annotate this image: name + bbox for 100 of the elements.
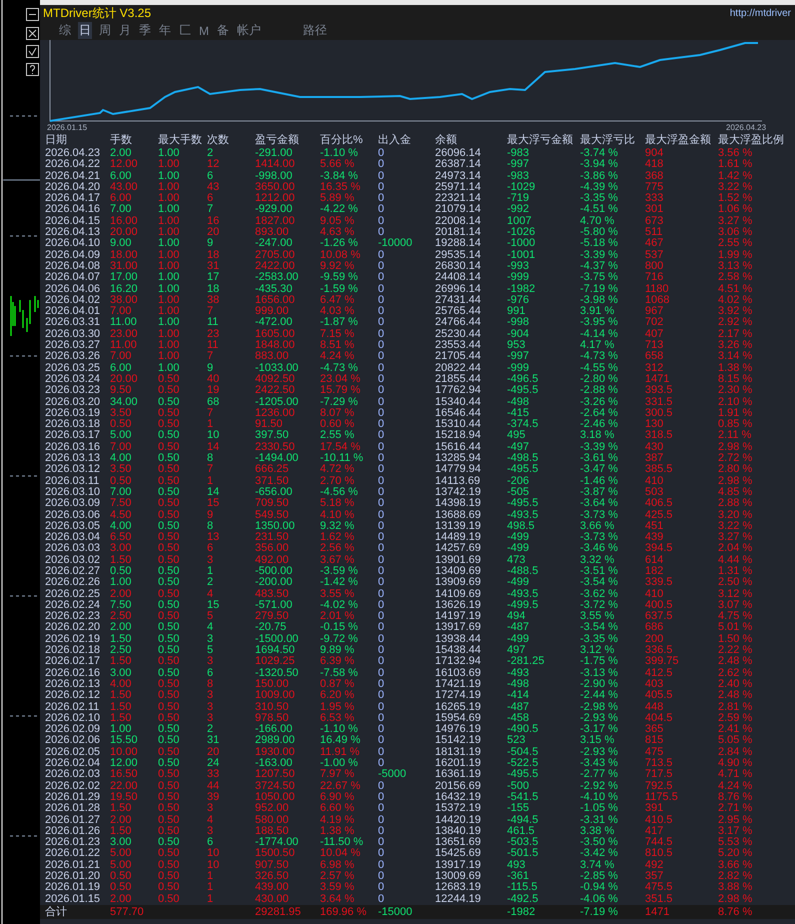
table-cell-text: 21079.14 (435, 204, 482, 216)
table-cell-text: 2026.02.06 (45, 735, 102, 747)
table-cell-text: -3.94 % (580, 159, 619, 171)
table-cell-text: 2026.04.13 (45, 227, 102, 238)
table-cell-text: 439 (645, 532, 664, 544)
table-cell-text: 3.66 % (718, 860, 754, 871)
table-cell-text: 2026.01.29 (45, 792, 102, 803)
minimize-icon[interactable] (26, 8, 39, 21)
table-cell-text: 0.50 (158, 520, 180, 532)
table-cell-text: 2026.03.31 (45, 317, 102, 329)
table-cell-text: 14779.94 (435, 464, 482, 476)
table-cell-text: 0.50 (158, 453, 180, 464)
table-cell-text: 2026.01.23 (45, 837, 102, 848)
table-cell-text: 0.50 (110, 566, 132, 577)
table-cell-text: -3.73 % (580, 532, 619, 544)
help-icon[interactable] (26, 63, 39, 76)
table-cell-text: 8 (207, 678, 214, 690)
table-cell-text: 0 (378, 577, 386, 589)
table-cell-text: 0 (378, 746, 386, 758)
table-cell-text: 0.50 (158, 792, 180, 803)
table-cell-text: 312 (645, 362, 664, 374)
table-cell-text: 1.00 (158, 238, 180, 250)
table-cell-text: 1.50 (110, 826, 132, 837)
table-cell-text: 6 (207, 543, 214, 555)
table-cell-text: 399.75 (645, 656, 680, 668)
website-link[interactable]: http://mtdriver (730, 8, 791, 19)
tab[interactable]: 综 (58, 22, 72, 39)
table-cell-text: 331.5 (645, 396, 674, 408)
table-cell-text: 14113.69 (435, 476, 482, 487)
table-cell-text: -1500.00 (255, 634, 300, 645)
table-cell-text: -4.10 % (580, 792, 619, 803)
table-cell-text: 365 (645, 724, 664, 736)
tab[interactable]: 月 (118, 22, 132, 39)
table-cell-text: 2026.03.19 (45, 408, 102, 419)
table-cell-text: 14489.19 (435, 532, 482, 544)
table-cell-text: 7.00 (110, 486, 132, 498)
table-cell-text: 40 (207, 374, 220, 385)
tab[interactable]: 季 (138, 22, 152, 39)
total-cell-text: -1982 (507, 904, 536, 919)
table-cell-text: 702 (645, 317, 664, 329)
table-cell-text: 0 (378, 227, 384, 238)
table-cell-text: -1205.00 (255, 396, 300, 408)
table-cell-text: -494.5 (507, 814, 540, 826)
table-cell-text: 279.50 (255, 611, 290, 622)
table-cell-text: 6 (207, 837, 214, 848)
table-cell-text: -4.39 % (580, 182, 619, 193)
tab[interactable]: 年 (158, 22, 172, 39)
table-cell-text: 2.00 (110, 814, 132, 826)
table-cell-text: 0 (378, 758, 384, 770)
table-cell-text: 2.10 % (718, 396, 754, 408)
table-cell-text: 6.00 (110, 362, 132, 374)
table-cell-text: 978.50 (255, 712, 290, 724)
table-cell-text: 2026.03.13 (45, 453, 102, 464)
table-cell-text: -488.5 (507, 566, 540, 577)
table-cell-text: 549.50 (255, 510, 290, 521)
table-cell-text: -493 (507, 668, 530, 679)
table-cell-text: -4.14 % (580, 328, 619, 340)
tab[interactable]: 周 (98, 22, 112, 39)
table-cell-text: 1.99 % (718, 250, 754, 261)
table-cell-text: 0.50 (158, 826, 180, 837)
table-cell-text: 2.55 % (320, 430, 356, 442)
total-label: 合计 (45, 904, 68, 919)
tab[interactable]: 日 (78, 22, 92, 39)
table-cell-text: 2026.02.09 (45, 724, 102, 736)
checkmark-icon[interactable] (26, 45, 39, 58)
tab[interactable]: M (198, 24, 210, 38)
table-cell-text: 5.00 (110, 848, 132, 860)
table-cell-text: 0 (378, 159, 386, 171)
table-cell-text: 13688.69 (435, 510, 482, 521)
table-cell-text: 22.67 % (320, 780, 362, 792)
table-cell-text: 0 (378, 351, 386, 363)
table-cell-text: 1009.00 (255, 690, 296, 702)
tab[interactable]: 匚 (178, 22, 192, 39)
table-cell-text: 397.50 (255, 430, 290, 442)
table-cell-text: -1.59 % (320, 284, 359, 295)
table-cell-text: 10.00 (110, 746, 139, 758)
table-cell-text: 5.01 % (718, 622, 754, 634)
table-cell-text: 2026.04.17 (45, 193, 102, 204)
tab[interactable]: 备 (216, 22, 230, 39)
table-cell-text: 1.00 (158, 272, 180, 284)
table-cell-text: 2026.03.27 (45, 340, 102, 352)
table-cell-text: 3.67 % (320, 554, 356, 566)
table-cell-text: 2.01 % (320, 611, 354, 622)
table-cell-text: 0.50 (158, 543, 180, 555)
table-cell-text: 12 (207, 159, 220, 171)
table-cell-text: 0 (378, 148, 386, 159)
table-cell-text: 967 (645, 306, 664, 318)
close-icon[interactable] (26, 27, 39, 40)
table-cell-text: 17 (207, 272, 220, 284)
table-cell-text: 0.50 (158, 860, 180, 871)
tab[interactable]: 路径 (302, 22, 328, 39)
tab[interactable]: 帐户 (236, 22, 262, 39)
table-cell-text: 410.5 (645, 814, 674, 826)
table-cell-text: 448 (645, 702, 664, 713)
table-cell-text: -7.19 % (580, 284, 619, 295)
table-cell-text: -2.93 % (580, 712, 619, 724)
table-cell-text: 23 (207, 328, 220, 340)
table-cell-text: 1.00 (158, 284, 180, 295)
table-cell-text: 495 (507, 430, 526, 442)
table-cell-text: -3.98 % (580, 294, 619, 306)
